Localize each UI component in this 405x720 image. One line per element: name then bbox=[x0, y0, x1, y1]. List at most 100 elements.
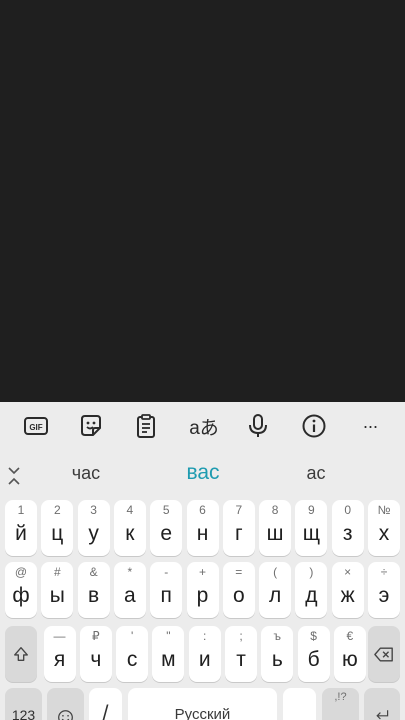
key-letter: д bbox=[305, 584, 318, 607]
key-2-7[interactable]: $ б bbox=[297, 626, 330, 682]
key-letter: в bbox=[88, 584, 100, 607]
key-hint: 4 bbox=[126, 503, 134, 517]
punctuation-key[interactable]: ,!? bbox=[322, 688, 359, 720]
key-1-5[interactable]: + р bbox=[186, 562, 219, 618]
key-hint: 0 bbox=[344, 503, 352, 517]
key-0-6[interactable]: 7г bbox=[222, 500, 255, 556]
key-0-7[interactable]: 8ш bbox=[259, 500, 292, 556]
shift-key[interactable] bbox=[5, 626, 37, 682]
key-hint: ( bbox=[273, 565, 278, 579]
key-letter: с bbox=[126, 648, 138, 671]
key-0-3[interactable]: 4к bbox=[113, 500, 146, 556]
key-2-0[interactable]: — я bbox=[43, 626, 76, 682]
key-letter: ц bbox=[51, 522, 64, 545]
key-hint: ' bbox=[130, 629, 134, 643]
symbols-key[interactable]: 123 bbox=[5, 688, 42, 720]
gif-icon: GIF bbox=[24, 417, 48, 435]
key-letter: о bbox=[232, 584, 245, 607]
key-0-1[interactable]: 2ц bbox=[41, 500, 74, 556]
slash-key[interactable]: / bbox=[89, 688, 122, 720]
key-hint: - bbox=[164, 565, 169, 579]
key-2-3[interactable]: " м bbox=[152, 626, 185, 682]
key-letter: у bbox=[88, 522, 99, 545]
more-options-button[interactable]: ··· bbox=[356, 412, 384, 440]
info-button[interactable] bbox=[300, 412, 328, 440]
emoji-key[interactable] bbox=[47, 688, 84, 720]
key-letter: г bbox=[234, 522, 243, 545]
emoji-icon bbox=[47, 688, 84, 720]
translate-icon: aあ bbox=[189, 417, 219, 439]
key-hint: + bbox=[198, 565, 206, 579]
key-hint: @ bbox=[14, 565, 28, 579]
suggestion-center[interactable]: вас bbox=[153, 461, 253, 485]
sticker-icon bbox=[81, 415, 101, 436]
punctuation-key-hint: ,!? bbox=[334, 691, 347, 703]
key-1-6[interactable]: = о bbox=[222, 562, 255, 618]
slash-key-label: / bbox=[102, 702, 109, 720]
key-1-4[interactable]: -п bbox=[150, 562, 183, 618]
key-hint: № bbox=[377, 503, 391, 517]
key-1-1[interactable]: # ы bbox=[41, 562, 74, 618]
key-0-2[interactable]: 3у bbox=[77, 500, 110, 556]
key-0-9[interactable]: 0з bbox=[331, 500, 364, 556]
gif-button[interactable]: GIF bbox=[22, 412, 50, 440]
key-2-8[interactable]: € ю bbox=[333, 626, 366, 682]
key-hint: ₽ bbox=[91, 629, 100, 643]
key-letter: р bbox=[196, 584, 209, 607]
suggestion-bar: час вас ас bbox=[0, 458, 405, 494]
space-key-label: Русский bbox=[174, 706, 231, 720]
shift-icon bbox=[5, 626, 37, 682]
key-letter: й bbox=[15, 522, 27, 545]
sticker-button[interactable] bbox=[77, 412, 105, 440]
suggestion-left[interactable]: час bbox=[36, 463, 136, 484]
key-letter: к bbox=[125, 522, 135, 545]
key-hint: $ bbox=[310, 629, 317, 643]
key-0-5[interactable]: 6н bbox=[186, 500, 219, 556]
key-letter: и bbox=[198, 648, 211, 671]
key-hint: " bbox=[166, 629, 171, 643]
key-2-5[interactable]: ; т bbox=[225, 626, 257, 682]
key-1-7[interactable]: (л bbox=[259, 562, 292, 618]
space-key[interactable]: Русский bbox=[128, 688, 277, 720]
key-0-10[interactable]: № х bbox=[368, 500, 400, 556]
voice-input-button[interactable] bbox=[244, 412, 272, 440]
key-hint: — bbox=[53, 629, 66, 643]
key-hint: = bbox=[235, 565, 243, 579]
key-1-0[interactable]: @ ф bbox=[5, 562, 37, 618]
key-hint: 5 bbox=[162, 503, 170, 517]
key-letter: щ bbox=[302, 522, 321, 545]
key-0-0[interactable]: 1й bbox=[5, 500, 37, 556]
backspace-key[interactable] bbox=[368, 626, 400, 682]
key-1-9[interactable]: × ж bbox=[331, 562, 364, 618]
key-1-2[interactable]: & в bbox=[77, 562, 110, 618]
backspace-icon bbox=[368, 626, 400, 682]
svg-text:GIF: GIF bbox=[29, 423, 42, 432]
key-2-2[interactable]: ' с bbox=[116, 626, 149, 682]
key-1-3[interactable]: * а bbox=[113, 562, 146, 618]
key-1-8[interactable]: ) д bbox=[295, 562, 328, 618]
clipboard-button[interactable] bbox=[132, 412, 160, 440]
key-letter: я bbox=[53, 648, 66, 671]
key-hint: ÷ bbox=[380, 565, 388, 579]
key-hint: ; bbox=[239, 629, 243, 643]
symbols-key-label: 123 bbox=[11, 707, 36, 720]
key-0-8[interactable]: 9щ bbox=[295, 500, 328, 556]
key-2-6[interactable]: ъь bbox=[261, 626, 294, 682]
period-key[interactable] bbox=[283, 688, 316, 720]
key-2-1[interactable]: ₽ ч bbox=[79, 626, 112, 682]
suggestion-right[interactable]: ас bbox=[266, 463, 366, 484]
key-letter: ю bbox=[342, 648, 358, 671]
enter-key[interactable] bbox=[364, 688, 400, 720]
key-hint: * bbox=[127, 565, 133, 579]
key-hint: × bbox=[344, 565, 352, 579]
key-letter: е bbox=[160, 522, 173, 545]
key-letter: л bbox=[268, 584, 282, 607]
key-0-4[interactable]: 5е bbox=[150, 500, 183, 556]
key-1-10[interactable]: ÷ э bbox=[368, 562, 400, 618]
translate-button[interactable]: aあ bbox=[188, 412, 220, 440]
key-letter: т bbox=[236, 648, 246, 671]
key-hint: 7 bbox=[235, 503, 243, 517]
key-letter: ь bbox=[271, 648, 283, 671]
collapse-suggestions-button[interactable] bbox=[6, 466, 22, 486]
key-2-4[interactable]: :и bbox=[188, 626, 221, 682]
